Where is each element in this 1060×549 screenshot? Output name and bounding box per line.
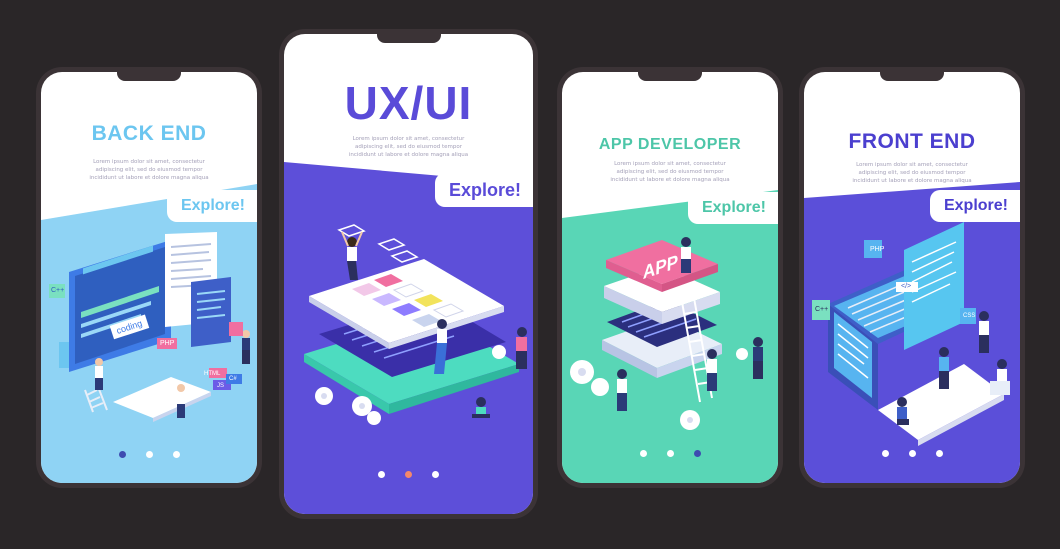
page-dot[interactable] xyxy=(908,450,916,457)
description-line: adipiscing elit, sed do eiusmod tempor xyxy=(355,144,462,150)
description-line: Lorem ipsum dolor sit amet, consectetur xyxy=(856,162,968,168)
description-line: incididunt ut labore et dolore magna ali… xyxy=(852,178,972,184)
screen-title: BACK END xyxy=(91,122,207,145)
code-tag-badge: </> xyxy=(901,283,912,290)
page-dot[interactable] xyxy=(432,471,439,478)
explore-button[interactable]: Explore! xyxy=(929,190,1020,222)
page-dot[interactable] xyxy=(378,471,385,478)
description-line: adipiscing elit, sed do eiusmod tempor xyxy=(616,169,724,175)
page-indicator xyxy=(284,471,533,478)
phone-app-developer: APP DEVELOPER Lorem ipsum dolor sit amet… xyxy=(557,67,783,488)
page-dot-active[interactable] xyxy=(693,450,701,457)
screen-title: APP DEVELOPER xyxy=(598,136,742,153)
description-line: adipiscing elit, sed do eiusmod tempor xyxy=(858,170,966,176)
page-dot[interactable] xyxy=(639,450,647,457)
cpp-badge: C++ xyxy=(51,287,65,294)
screen-ux-ui: UX/UI Lorem ipsum dolor sit amet, consec… xyxy=(284,34,533,514)
explore-button[interactable]: Explore! xyxy=(166,190,257,222)
page-dot[interactable] xyxy=(881,450,889,457)
screen-title: FRONT END xyxy=(848,130,976,153)
description-line: adipiscing elit, sed do eiusmod tempor xyxy=(95,167,203,173)
screen-back-end: BACK END Lorem ipsum dolor sit amet, con… xyxy=(41,72,257,483)
description-line: Lorem ipsum dolor sit amet, consectetur xyxy=(352,136,465,142)
phone-front-end: FRONT END Lorem ipsum dolor sit amet, co… xyxy=(799,67,1025,488)
page-indicator xyxy=(562,450,778,457)
description-line: Lorem ipsum dolor sit amet, consectetur xyxy=(93,159,205,165)
screen-description: Lorem ipsum dolor sit amet, consectetur … xyxy=(834,161,990,185)
js-badge: JS xyxy=(217,383,225,389)
page-dot[interactable] xyxy=(666,450,674,457)
description-line: incididunt ut labore et dolore magna ali… xyxy=(348,152,469,158)
page-dot[interactable] xyxy=(145,451,153,458)
page-dot-active[interactable] xyxy=(405,471,412,478)
explore-button[interactable]: Explore! xyxy=(687,192,778,224)
app-developer-background xyxy=(562,190,778,483)
page-indicator xyxy=(41,451,257,458)
phone-notch xyxy=(880,72,944,81)
phone-ux-ui: UX/UI Lorem ipsum dolor sit amet, consec… xyxy=(279,29,538,519)
page-dot[interactable] xyxy=(172,451,180,458)
screen-description: Lorem ipsum dolor sit amet, consectetur … xyxy=(71,158,227,182)
php-badge: PHP xyxy=(157,338,178,349)
page-dot[interactable] xyxy=(935,450,943,457)
cpp-badge: C++ xyxy=(815,306,829,313)
css-badge: CSS xyxy=(963,313,976,319)
phone-back-end: BACK END Lorem ipsum dolor sit amet, con… xyxy=(36,67,262,488)
screen-description: Lorem ipsum dolor sit amet, consectetur … xyxy=(592,160,748,184)
phone-notch xyxy=(638,72,702,81)
screen-title: UX/UI xyxy=(344,77,473,129)
html-badge: HTML xyxy=(204,371,221,377)
screen-description: Lorem ipsum dolor sit amet, consectetur … xyxy=(329,135,488,159)
php-badge: PHP xyxy=(870,246,885,253)
screen-app-developer: APP DEVELOPER Lorem ipsum dolor sit amet… xyxy=(562,72,778,483)
phone-notch xyxy=(376,34,441,43)
description-line: incididunt ut labore et dolore magna ali… xyxy=(89,175,209,181)
description-line: incididunt ut labore et dolore magna ali… xyxy=(610,177,730,183)
page-indicator xyxy=(804,450,1020,457)
cs-badge: C# xyxy=(229,376,237,382)
explore-button[interactable]: Explore! xyxy=(434,173,533,207)
description-line: Lorem ipsum dolor sit amet, consectetur xyxy=(614,161,726,167)
phone-notch xyxy=(117,72,181,81)
screen-front-end: FRONT END Lorem ipsum dolor sit amet, co… xyxy=(804,72,1020,483)
page-dot-active[interactable] xyxy=(118,451,126,458)
